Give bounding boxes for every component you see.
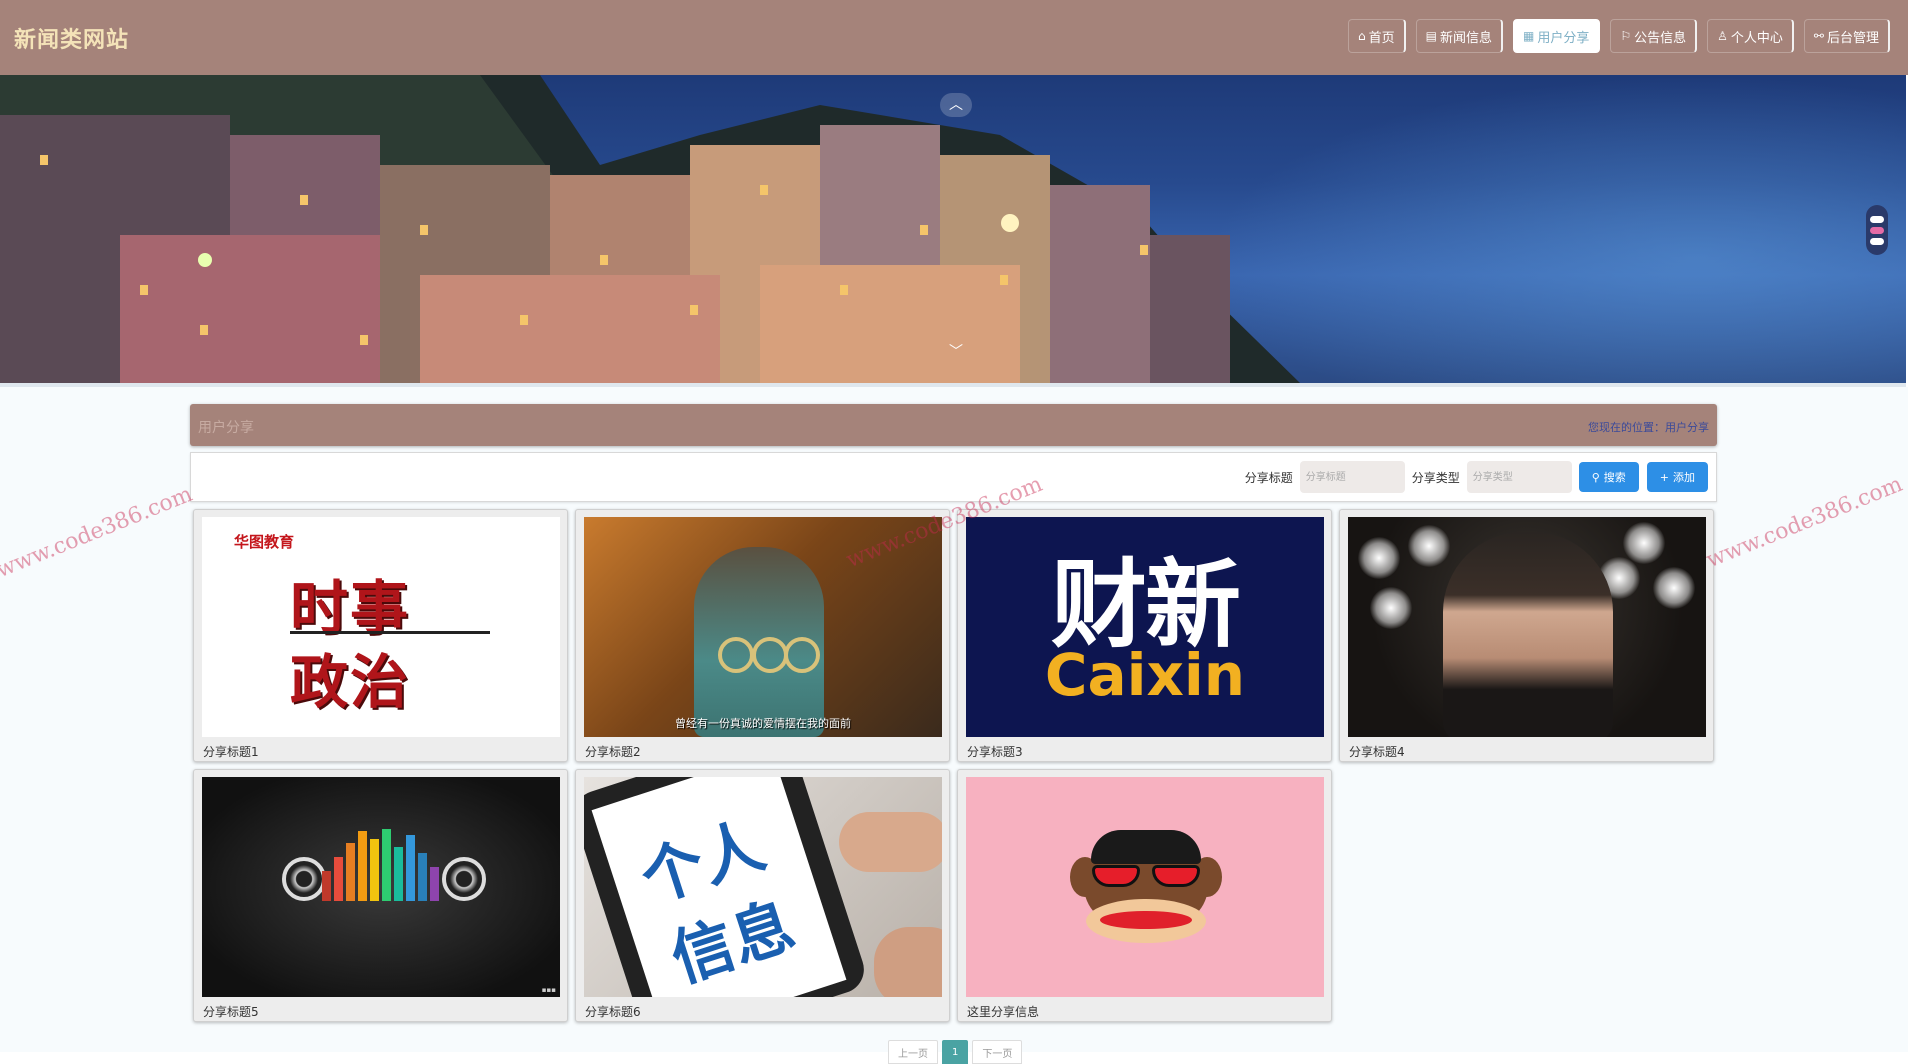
nav-item-label: 公告信息: [1634, 30, 1687, 46]
flag-icon: ⚐: [1620, 29, 1632, 43]
add-button-label: 添加: [1673, 471, 1695, 484]
breadcrumb: 您现在的位置：用户分享: [1588, 421, 1709, 434]
image-ring: [718, 637, 754, 673]
user-icon: ♙: [1717, 29, 1728, 43]
share-card-image: ▪▪▪: [202, 777, 560, 997]
share-card-title: 这里分享信息: [967, 1005, 1040, 1019]
nav-item-label: 后台管理: [1826, 30, 1879, 46]
image-light: [1358, 537, 1400, 579]
image-finger: [839, 812, 942, 872]
image-light: [1623, 522, 1665, 564]
banner-divider: [0, 383, 1906, 387]
image-light: [1370, 587, 1412, 629]
share-card[interactable]: 个人 信息 分享标题6: [575, 769, 950, 1022]
search-button[interactable]: ⚲ 搜索: [1578, 462, 1639, 492]
search-icon: ⚲: [1591, 470, 1600, 484]
image-watermark: ▪▪▪: [541, 986, 556, 994]
share-card-title: 分享标题6: [585, 1005, 641, 1019]
share-title-input[interactable]: [1299, 461, 1405, 493]
image-subtitle: 曾经有一份真诚的爱情摆在我的面前: [675, 717, 851, 730]
nav-item-news[interactable]: ▤ 新闻信息: [1415, 19, 1503, 53]
carousel-dot[interactable]: [1870, 215, 1884, 223]
share-card-image: [966, 777, 1324, 997]
sunglasses-icon: [1086, 865, 1206, 887]
section-header: 用户分享 您现在的位置：用户分享: [190, 404, 1717, 446]
image-ring: [752, 637, 788, 673]
home-icon: ⌂: [1358, 29, 1366, 43]
share-card[interactable]: 曾经有一份真诚的爱情摆在我的面前 分享标题2: [575, 509, 950, 762]
share-type-input[interactable]: [1466, 461, 1572, 493]
image-person: [1443, 532, 1613, 737]
equalizer-bars: [322, 829, 439, 901]
brand-logo: 华图教育: [234, 533, 295, 551]
carousel-indicators: [1866, 205, 1888, 255]
share-icon: ▦: [1523, 29, 1535, 43]
share-card-title: 分享标题5: [203, 1005, 259, 1019]
prev-page-button[interactable]: 上一页: [888, 1040, 938, 1064]
share-card-image: [1348, 517, 1706, 737]
image-divider: [290, 631, 490, 634]
share-card-title: 分享标题2: [585, 745, 641, 759]
nav-item-home[interactable]: ⌂ 首页: [1348, 19, 1406, 53]
plus-icon: +: [1659, 470, 1669, 484]
image-light: [1408, 525, 1450, 567]
section-title: 用户分享: [198, 420, 254, 436]
banner-carousel: ︿ ﹀: [0, 75, 1906, 383]
image-finger: [874, 927, 942, 997]
share-card-title: 分享标题4: [1349, 745, 1405, 759]
monkey-lip: [1100, 911, 1192, 929]
image-text: Caixin: [1044, 641, 1246, 709]
search-button-label: 搜索: [1603, 471, 1626, 484]
image-text: 政治: [290, 648, 411, 716]
share-card[interactable]: 华图教育 时事 政治 分享标题1: [193, 509, 568, 762]
image-light: [1653, 567, 1695, 609]
share-card[interactable]: 分享标题4: [1339, 509, 1714, 762]
monkey-hat: [1091, 830, 1201, 864]
image-ring: [784, 637, 820, 673]
carousel-dot[interactable]: [1870, 237, 1884, 245]
share-card-title: 分享标题1: [203, 745, 259, 759]
share-card[interactable]: ▪▪▪ 分享标题5: [193, 769, 568, 1022]
search-form: 分享标题 分享类型 ⚲ 搜索 + 添加: [1245, 461, 1708, 493]
speaker-icon: [442, 857, 486, 901]
nav-item-admin[interactable]: ⚯ 后台管理: [1803, 19, 1890, 53]
site-title[interactable]: 新闻类网站: [14, 22, 129, 54]
nav-item-announcements[interactable]: ⚐ 公告信息: [1610, 19, 1698, 53]
share-title-label: 分享标题: [1244, 470, 1293, 485]
share-card-title: 分享标题3: [967, 745, 1023, 759]
share-card[interactable]: 财新 Caixin 分享标题3: [957, 509, 1332, 762]
share-card-image: 财新 Caixin: [966, 517, 1324, 737]
share-card-image: 华图教育 时事 政治: [202, 517, 560, 737]
share-card-image: 曾经有一份真诚的爱情摆在我的面前: [584, 517, 942, 737]
top-header: 新闻类网站 ⌂ 首页 ▤ 新闻信息 ▦ 用户分享 ⚐ 公告信息 ♙ 个人中心 ⚯…: [0, 0, 1908, 75]
carousel-prev-button[interactable]: ︿: [940, 93, 972, 117]
share-card-image: 个人 信息: [584, 777, 942, 997]
link-icon: ⚯: [1813, 29, 1824, 43]
nav-item-label: 首页: [1368, 30, 1395, 46]
main-nav: ⌂ 首页 ▤ 新闻信息 ▦ 用户分享 ⚐ 公告信息 ♙ 个人中心 ⚯ 后台管理: [1348, 19, 1890, 53]
newspaper-icon: ▤: [1425, 29, 1437, 43]
nav-item-label: 用户分享: [1537, 30, 1590, 46]
page-number-button[interactable]: 1: [942, 1040, 969, 1064]
search-bar: 分享标题 分享类型 ⚲ 搜索 + 添加: [190, 452, 1717, 502]
pagination: 上一页 1 下一页: [888, 1040, 1023, 1064]
carousel-dot-active[interactable]: [1870, 226, 1884, 234]
share-card[interactable]: 这里分享信息: [957, 769, 1332, 1022]
share-type-label: 分享类型: [1411, 470, 1460, 485]
banner-village-image: [0, 75, 1300, 383]
nav-item-label: 新闻信息: [1439, 30, 1492, 46]
next-page-button[interactable]: 下一页: [972, 1040, 1023, 1064]
speaker-icon: [282, 857, 326, 901]
nav-item-label: 个人中心: [1730, 30, 1783, 46]
nav-item-profile[interactable]: ♙ 个人中心: [1707, 19, 1794, 53]
banner-sky: [1206, 75, 1906, 383]
carousel-next-button[interactable]: ﹀: [940, 340, 972, 364]
add-button[interactable]: + 添加: [1646, 462, 1708, 492]
nav-item-user-share[interactable]: ▦ 用户分享: [1513, 19, 1601, 53]
